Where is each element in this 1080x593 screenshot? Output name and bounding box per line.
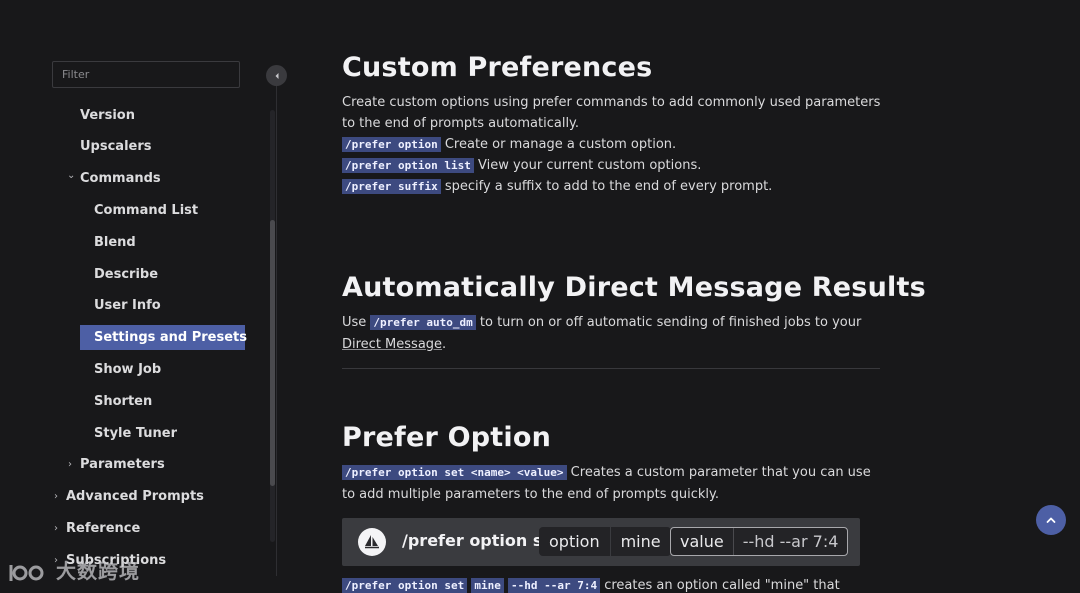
sidebar-item-user-info[interactable]: User Info (80, 293, 161, 318)
inline-code: /prefer suffix (342, 179, 441, 194)
demo-option-value: mine (620, 532, 661, 551)
chevron-left-icon (275, 72, 278, 79)
demo-command: /prefer option set (402, 531, 561, 550)
sidebar-item-label: Show Job (94, 362, 162, 377)
sidebar-item-label: Parameters (80, 457, 165, 472)
sidebar-item-settings-and-presets[interactable]: Settings and Presets (80, 325, 248, 350)
sidebar-item-label: Shorten (94, 394, 153, 409)
direct-message-link[interactable]: Direct Message (342, 337, 442, 352)
command-item: /prefer suffix specify a suffix to add t… (342, 176, 772, 197)
text: . (442, 337, 447, 352)
sidebar-item-blend[interactable]: Blend (80, 230, 136, 255)
paragraph: Direct Message. (342, 334, 446, 355)
section-title-prefer-option: Prefer Option (342, 422, 552, 453)
paragraph: Create custom options using prefer comma… (342, 95, 881, 110)
text: Creates a custom parameter that you can … (566, 465, 871, 480)
demo-value-field: value --hd --ar 7:4 (670, 527, 849, 556)
inline-code: /prefer option set <name> <value> (342, 465, 567, 480)
sidebar-item-label: Advanced Prompts (66, 489, 204, 504)
paragraph: to add multiple parameters to the end of… (342, 487, 720, 502)
filter-input[interactable] (52, 61, 240, 88)
sidebar-item-describe[interactable]: Describe (80, 262, 158, 287)
sidebar-item-label: Describe (94, 267, 159, 282)
sidebar-item-label: User Info (94, 298, 161, 313)
chevron-right-icon: › (54, 523, 58, 534)
sidebar-item-label: Settings and Presets (94, 330, 248, 345)
inline-code: /prefer option (342, 137, 441, 152)
sidebar-item-label: Version (80, 108, 135, 123)
sidebar-item-command-list[interactable]: Command List (80, 198, 198, 223)
section-title-custom-preferences: Custom Preferences (342, 52, 653, 83)
demo-value-label: value (680, 532, 724, 551)
paragraph: to the end of prompts automatically. (342, 116, 580, 131)
watermark-text: 大数跨境 (55, 559, 140, 583)
demo-option-field: option mine (539, 527, 671, 556)
sailboat-logo-icon (358, 528, 386, 556)
demo-option-label: option (549, 532, 600, 551)
command-description: Create or manage a custom option. (440, 137, 677, 152)
command-demo-image: /prefer option set option mine value --h… (342, 518, 860, 566)
chevron-right-icon: › (68, 459, 72, 470)
sidebar-item-label: Reference (66, 521, 141, 536)
arrow-up-icon (1046, 517, 1056, 523)
collapse-sidebar-button[interactable] (266, 65, 287, 86)
sidebar-item-label: Blend (94, 235, 136, 250)
text: to turn on or off automatic sending of f… (475, 315, 862, 330)
sidebar-item-label: Command List (94, 203, 199, 218)
command-item: /prefer option list View your current cu… (342, 155, 701, 176)
sidebar-scrollbar-thumb[interactable] (270, 220, 275, 486)
paragraph: Use /prefer auto_dm to turn on or off au… (342, 312, 861, 333)
sidebar-item-upscalers[interactable]: Upscalers (66, 134, 152, 159)
section-title-auto-dm: Automatically Direct Message Results (342, 272, 926, 303)
command-description: specify a suffix to add to the end of ev… (440, 179, 773, 194)
inline-code: /prefer option list (342, 158, 474, 173)
text: Use (342, 315, 371, 330)
sidebar-item-style-tuner[interactable]: Style Tuner (80, 421, 177, 446)
command-item: /prefer option Create or manage a custom… (342, 134, 676, 155)
watermark-logo: 大数跨境 (8, 555, 140, 584)
sidebar-divider (276, 86, 277, 576)
sidebar-item-shorten[interactable]: Shorten (80, 389, 152, 414)
sidebar-item-reference[interactable]: › Reference (52, 516, 140, 541)
section-divider (342, 368, 880, 369)
chevron-right-icon: › (54, 491, 58, 502)
demo-value-value: --hd --ar 7:4 (742, 532, 839, 551)
chevron-down-icon: ⌄ (67, 170, 76, 181)
scroll-to-top-button[interactable] (1036, 505, 1066, 535)
sidebar-item-show-job[interactable]: Show Job (80, 357, 161, 382)
sidebar-item-label: Style Tuner (94, 426, 178, 441)
inline-code: /prefer auto_dm (370, 315, 476, 330)
sidebar-item-label: Commands (80, 171, 161, 186)
command-description: View your current custom options. (473, 158, 702, 173)
sidebar-item-version[interactable]: Version (66, 103, 135, 128)
paragraph: /prefer option set <name> <value> Create… (342, 462, 871, 483)
sidebar-item-commands[interactable]: ⌄ Commands (66, 166, 161, 191)
sidebar-item-advanced-prompts[interactable]: › Advanced Prompts (52, 484, 204, 509)
sidebar-item-parameters[interactable]: › Parameters (66, 452, 165, 477)
sidebar-item-label: Upscalers (80, 139, 152, 154)
